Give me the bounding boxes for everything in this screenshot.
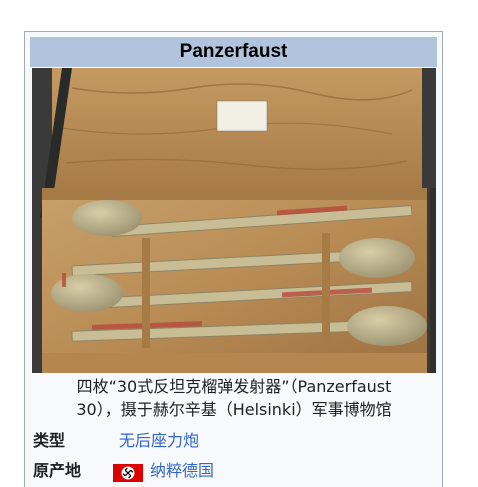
- infobox-row-origin: 原产地 纳粹德国: [33, 458, 435, 484]
- infobox-row-type: 类型 无后座力炮: [33, 428, 435, 454]
- row-label-type: 类型: [33, 431, 66, 450]
- photo-caption: 四枚“30式反坦克榴弹发射器”（Panzerfaust 30），摄于赫尔辛基（H…: [33, 375, 435, 421]
- type-link[interactable]: 无后座力炮: [119, 428, 199, 454]
- infobox-title: Panzerfaust: [30, 37, 437, 67]
- swastika-flag-icon: [113, 464, 143, 482]
- origin-link[interactable]: 纳粹德国: [150, 458, 214, 484]
- panzerfaust-photo[interactable]: [32, 68, 436, 373]
- row-label-origin: 原产地: [33, 461, 82, 480]
- infobox: Panzerfaust 四枚“30式反坦克榴弹发射器”（Panzerfaust …: [24, 31, 443, 487]
- photo-caption-line2: 30），摄于赫尔辛基（Helsinki）军事博物馆: [76, 400, 392, 419]
- photo-caption-line1: 四枚“30式反坦克榴弹发射器”（Panzerfaust: [76, 377, 392, 396]
